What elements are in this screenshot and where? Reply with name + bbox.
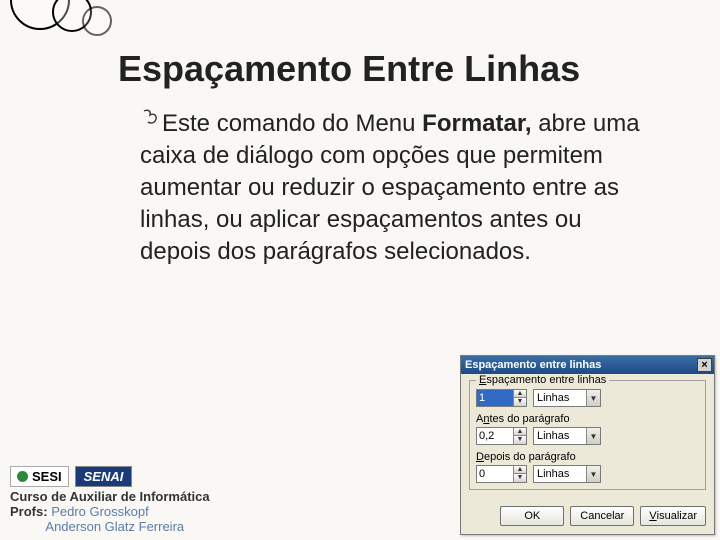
dialog-title: Espaçamento entre linhas <box>465 359 601 371</box>
body-bold: Formatar, <box>422 110 531 137</box>
logo-senai: SENAI <box>75 466 133 487</box>
profs-line-2: Anderson Glatz Ferreira <box>10 519 210 534</box>
unit-value: Linhas <box>537 468 569 480</box>
spin-up-icon[interactable]: ▲ <box>513 428 526 436</box>
before-paragraph-label: Antes do parágrafo <box>476 413 699 425</box>
spin-down-icon[interactable]: ▼ <box>513 398 526 406</box>
course-name: Curso de Auxiliar de Informática <box>10 489 210 504</box>
spin-down-icon[interactable]: ▼ <box>513 436 526 444</box>
before-input[interactable] <box>477 428 513 444</box>
chevron-down-icon[interactable]: ▼ <box>586 390 600 406</box>
cancel-button[interactable]: Cancelar <box>570 506 634 526</box>
after-unit-select[interactable]: Linhas ▼ <box>533 465 601 483</box>
preview-button[interactable]: Visualizar <box>640 506 706 526</box>
close-icon[interactable]: × <box>697 358 712 372</box>
ok-button[interactable]: OK <box>500 506 564 526</box>
slide-title: Espaçamento Entre Linhas <box>118 48 580 90</box>
before-spinner[interactable]: ▲▼ <box>476 427 527 445</box>
line-spacing-spinner[interactable]: ▲▼ <box>476 389 527 407</box>
body-prefix: Este comando do Menu <box>162 110 422 137</box>
logo-sesi: SESI <box>10 466 69 487</box>
unit-value: Linhas <box>537 430 569 442</box>
slide-body: Este comando do Menu Formatar, abre uma … <box>140 108 640 268</box>
chevron-down-icon[interactable]: ▼ <box>586 466 600 482</box>
profs-line: Profs: Pedro Grosskopf <box>10 504 210 519</box>
chevron-down-icon[interactable]: ▼ <box>586 428 600 444</box>
dialog-titlebar[interactable]: Espaçamento entre linhas × <box>461 356 714 374</box>
spin-down-icon[interactable]: ▼ <box>513 474 526 482</box>
prof-1: Pedro Grosskopf <box>51 504 149 519</box>
profs-label: Profs: <box>10 504 48 519</box>
group-legend: EEspaçamento entre linhasspaçamento entr… <box>476 374 609 386</box>
prof-2: Anderson Glatz Ferreira <box>45 519 184 534</box>
spin-up-icon[interactable]: ▲ <box>513 466 526 474</box>
spacing-groupbox: EEspaçamento entre linhasspaçamento entr… <box>469 380 706 490</box>
line-spacing-dialog: Espaçamento entre linhas × EEspaçamento … <box>460 355 715 535</box>
spin-up-icon[interactable]: ▲ <box>513 390 526 398</box>
after-paragraph-label: Depois do parágrafo <box>476 451 699 463</box>
line-spacing-unit-select[interactable]: Linhas ▼ <box>533 389 601 407</box>
after-input[interactable] <box>477 466 513 482</box>
after-spinner[interactable]: ▲▼ <box>476 465 527 483</box>
before-unit-select[interactable]: Linhas ▼ <box>533 427 601 445</box>
line-spacing-input[interactable] <box>477 390 513 406</box>
bullet-icon <box>140 108 162 128</box>
decorative-circles <box>10 0 130 50</box>
unit-value: Linhas <box>537 392 569 404</box>
footer: SESI SENAI Curso de Auxiliar de Informát… <box>10 466 210 534</box>
